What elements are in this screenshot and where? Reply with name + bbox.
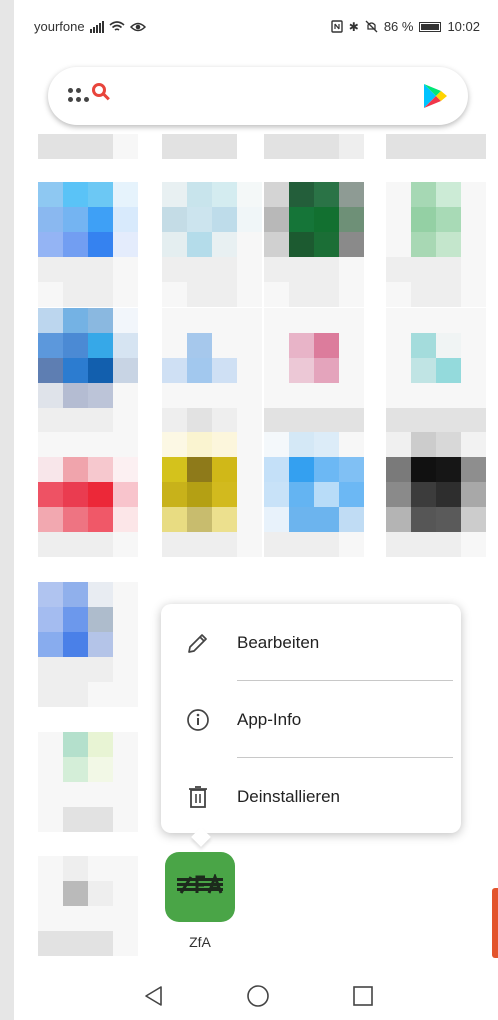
blurred-app-icon[interactable] bbox=[162, 182, 262, 307]
clock: 10:02 bbox=[447, 19, 480, 34]
wifi-icon bbox=[109, 21, 125, 31]
blurred-app-icon[interactable] bbox=[386, 134, 486, 159]
bluetooth-icon: ✱ bbox=[348, 19, 359, 34]
trash-icon bbox=[189, 786, 207, 808]
eye-icon bbox=[129, 22, 146, 31]
blurred-app-icon[interactable] bbox=[162, 308, 262, 433]
blurred-app-icon[interactable] bbox=[386, 432, 486, 557]
blurred-app-icon[interactable] bbox=[264, 308, 364, 433]
home-screen: yourfone ✱ 86 % 10:02 Bearbeiten App-Inf… bbox=[14, 0, 498, 1020]
blurred-app-icon[interactable] bbox=[38, 856, 138, 956]
menu-divider bbox=[237, 680, 453, 681]
blurred-app-icon[interactable] bbox=[38, 432, 138, 557]
app-label: ZfA bbox=[189, 934, 211, 950]
battery-icon bbox=[419, 21, 442, 32]
nfc-icon bbox=[331, 20, 343, 33]
pencil-icon bbox=[188, 634, 207, 653]
zfa-app-icon[interactable] bbox=[165, 852, 235, 922]
blurred-app-icon[interactable] bbox=[386, 308, 486, 433]
blurred-app-icon[interactable] bbox=[38, 732, 138, 832]
context-menu: Bearbeiten App-Info Deinstallieren bbox=[161, 604, 461, 833]
blurred-app-icon[interactable] bbox=[38, 308, 138, 433]
blurred-app-icon[interactable] bbox=[264, 182, 364, 307]
app-drawer-dots-icon[interactable] bbox=[68, 86, 90, 106]
blurred-app-icon[interactable] bbox=[264, 134, 364, 159]
blurred-app-icon[interactable] bbox=[264, 432, 364, 557]
menu-divider bbox=[237, 757, 453, 758]
blurred-app-icon[interactable] bbox=[162, 134, 237, 159]
menu-item-edit[interactable]: Bearbeiten bbox=[161, 608, 461, 678]
menu-item-uninstall[interactable]: Deinstallieren bbox=[161, 762, 461, 832]
status-bar: yourfone ✱ 86 % 10:02 bbox=[14, 0, 498, 54]
recents-icon[interactable] bbox=[351, 984, 375, 1008]
home-icon[interactable] bbox=[246, 984, 270, 1008]
blurred-app-icon[interactable] bbox=[386, 182, 486, 307]
edge-handle[interactable] bbox=[492, 888, 498, 958]
blurred-app-icon[interactable] bbox=[38, 134, 138, 159]
menu-item-app-info[interactable]: App-Info bbox=[161, 685, 461, 755]
navigation-bar bbox=[14, 968, 498, 1020]
back-icon[interactable] bbox=[142, 984, 166, 1008]
play-store-icon[interactable] bbox=[422, 83, 448, 109]
blurred-app-icon[interactable] bbox=[162, 432, 262, 557]
zfa-logo-icon bbox=[177, 874, 223, 894]
signal-icon bbox=[89, 20, 104, 33]
blurred-app-icon[interactable] bbox=[38, 182, 138, 307]
battery-percent: 86 % bbox=[383, 19, 414, 34]
info-icon bbox=[187, 709, 209, 731]
menu-item-label: App-Info bbox=[237, 710, 302, 729]
menu-item-label: Deinstallieren bbox=[237, 787, 340, 806]
blurred-app-icon[interactable] bbox=[38, 582, 138, 707]
menu-item-label: Bearbeiten bbox=[237, 633, 320, 652]
search-bar[interactable] bbox=[48, 67, 468, 125]
carrier-name: yourfone bbox=[34, 19, 85, 34]
mute-icon bbox=[365, 20, 378, 33]
